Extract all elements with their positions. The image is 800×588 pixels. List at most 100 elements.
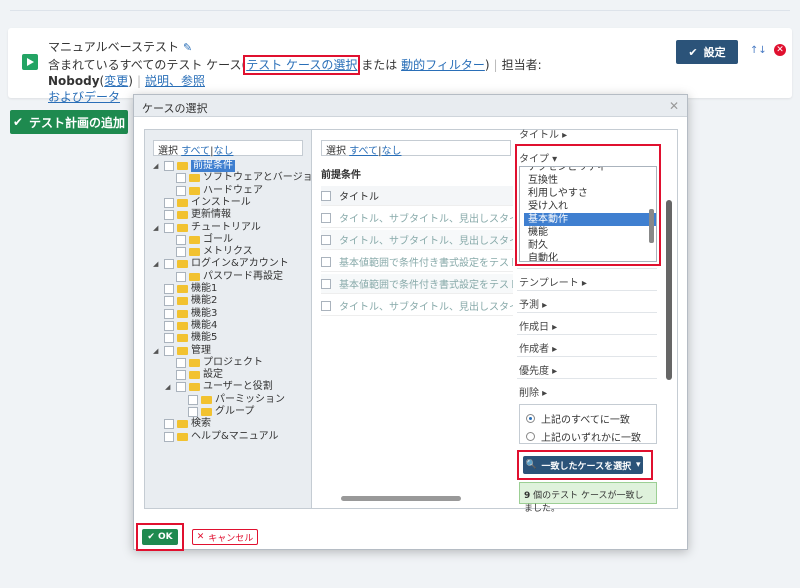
checkbox[interactable] <box>176 382 186 393</box>
tree-node[interactable]: ◢ 管理 <box>153 345 211 357</box>
filter-item[interactable]: テンプレート ▸ <box>519 274 587 289</box>
checkbox[interactable] <box>164 345 174 356</box>
tree-node[interactable]: 機能5 <box>153 332 217 344</box>
description-link[interactable]: 説明、参照 <box>145 74 205 88</box>
checkbox[interactable] <box>321 278 331 289</box>
tree-node[interactable]: 更新情報 <box>153 209 231 221</box>
tree-node[interactable]: パスワード再設定 <box>165 271 283 283</box>
match-all-radio[interactable]: 上記のすべてに一致 <box>526 411 630 426</box>
table-row[interactable]: 基本値範囲で条件付き書式設定をテストする <box>321 274 513 294</box>
checkbox[interactable] <box>164 431 174 442</box>
dynamic-filter-link[interactable]: 動的フィルター <box>401 58 485 72</box>
filter-item[interactable]: 作成者 ▸ <box>519 340 557 355</box>
listbox-scrollbar[interactable] <box>648 169 655 243</box>
listbox-thumb[interactable] <box>649 209 654 243</box>
listbox-option[interactable]: 利用しやすさ <box>524 187 656 200</box>
checkbox[interactable] <box>164 210 174 221</box>
tree-node[interactable]: ハードウェア <box>165 185 263 197</box>
scroll-thumb[interactable] <box>666 200 672 380</box>
expand-icon[interactable]: ◢ <box>153 222 161 234</box>
checkbox[interactable] <box>164 320 174 331</box>
select-cases-link[interactable]: テスト ケースの選択 <box>243 55 361 75</box>
expand-icon[interactable]: ◢ <box>153 258 161 270</box>
table-row[interactable]: タイトル、サブタイトル、見出しスタイルを確認する <box>321 296 513 316</box>
change-assignee-link[interactable]: 変更 <box>104 74 128 88</box>
checkbox[interactable] <box>321 256 331 267</box>
checkbox[interactable] <box>321 234 331 245</box>
table-row[interactable]: タイトル、サブタイトル、見出しスタイルを確認する <box>321 230 513 250</box>
horizontal-scrollbar[interactable] <box>321 494 511 502</box>
checkbox[interactable] <box>176 173 186 184</box>
tree-node[interactable]: ◢ チュートリアル <box>153 222 261 234</box>
checkbox[interactable] <box>176 271 186 282</box>
type-listbox[interactable]: アクセシビリティ 互換性 利用しやすさ 受け入れ 基本動作 機能 耐久 自動化 <box>519 166 657 262</box>
select-all-link[interactable]: すべて <box>181 146 210 157</box>
checkbox[interactable] <box>164 333 174 344</box>
table-row[interactable]: タイトル、サブタイトル、見出しスタイルを確認する <box>321 208 513 228</box>
checkbox[interactable] <box>164 222 174 233</box>
tree-node[interactable]: ソフトウェアとバージョン <box>165 172 323 184</box>
listbox-option[interactable]: 受け入れ <box>524 200 656 213</box>
data-link[interactable]: およびデータ <box>48 90 120 104</box>
tree-node[interactable]: ヘルプ&マニュアル <box>153 431 279 443</box>
checkbox[interactable] <box>176 185 186 196</box>
tree-node[interactable]: インストール <box>153 197 251 209</box>
listbox-option[interactable]: 基本動作 <box>524 213 656 226</box>
checkbox[interactable] <box>176 370 186 381</box>
tree-node[interactable]: ◢ 前提条件 <box>153 160 235 172</box>
tree-node[interactable]: 機能1 <box>153 283 217 295</box>
checkbox[interactable] <box>176 234 186 245</box>
tree-node[interactable]: グループ <box>177 406 254 418</box>
select-all-link[interactable]: すべて <box>349 146 378 157</box>
filter-title[interactable]: タイトル ▸ <box>519 126 567 141</box>
cancel-button[interactable]: ✕ キャンセル <box>192 529 258 545</box>
checkbox[interactable] <box>176 247 186 258</box>
checkbox[interactable] <box>164 197 174 208</box>
delete-icon[interactable]: ✕ <box>774 44 786 56</box>
settings-button[interactable]: ✔ 設定 <box>676 40 738 64</box>
checkbox[interactable] <box>164 161 174 171</box>
filter-item[interactable]: 削除 ▸ <box>519 384 547 399</box>
tree-node[interactable]: 機能3 <box>153 308 217 320</box>
listbox-option[interactable]: 耐久 <box>524 239 656 252</box>
tree-node[interactable]: ◢ ログイン&アカウント <box>153 258 289 270</box>
tree-node[interactable]: 機能2 <box>153 295 217 307</box>
tree-node[interactable]: 設定 <box>165 369 223 381</box>
checkbox[interactable] <box>188 407 198 417</box>
expand-icon[interactable]: ◢ <box>165 381 173 393</box>
tree-node[interactable]: ◢ ユーザーと役割 <box>165 381 273 393</box>
pencil-icon[interactable]: ✎ <box>183 41 192 54</box>
vertical-scrollbar[interactable] <box>665 140 673 500</box>
add-test-plan-button[interactable]: ✔ テスト計画の追加 <box>10 110 128 134</box>
filter-item[interactable]: 作成日 ▸ <box>519 318 557 333</box>
checkbox[interactable] <box>176 357 186 368</box>
tree-node[interactable]: 機能4 <box>153 320 217 332</box>
close-icon[interactable]: ✕ <box>669 99 679 113</box>
table-row[interactable]: 基本値範囲で条件付き書式設定をテストする <box>321 252 513 272</box>
checkbox[interactable] <box>164 308 174 319</box>
checkbox[interactable] <box>321 300 331 311</box>
listbox-option[interactable]: 自動化 <box>524 252 656 261</box>
checkbox[interactable] <box>321 212 331 223</box>
select-matched-button[interactable]: 🔍 一致したケースを選択 ▾ <box>523 456 643 474</box>
checkbox[interactable] <box>321 190 331 201</box>
listbox-option[interactable]: 機能 <box>524 226 656 239</box>
checkbox[interactable] <box>164 259 174 270</box>
sort-arrows-icon[interactable]: ↑↓ <box>750 45 767 56</box>
table-row[interactable]: タイトル <box>321 186 513 206</box>
checkbox[interactable] <box>164 296 174 307</box>
expand-icon[interactable]: ◢ <box>153 345 161 357</box>
select-none-link[interactable]: なし <box>381 146 401 157</box>
tree-node[interactable]: プロジェクト <box>165 357 263 369</box>
filter-item[interactable]: 予測 ▸ <box>519 296 547 311</box>
ok-button[interactable]: ✔ OK <box>142 529 178 545</box>
expand-icon[interactable]: ◢ <box>153 160 161 172</box>
checkbox[interactable] <box>164 284 174 294</box>
select-none-link[interactable]: なし <box>213 146 233 157</box>
listbox-option[interactable]: アクセシビリティ <box>524 167 656 174</box>
listbox-option[interactable]: 互換性 <box>524 174 656 187</box>
scroll-thumb[interactable] <box>341 496 461 501</box>
filter-type[interactable]: タイプ ▾ <box>519 150 557 165</box>
checkbox[interactable] <box>164 419 174 430</box>
filter-item[interactable]: 優先度 ▸ <box>519 362 557 377</box>
